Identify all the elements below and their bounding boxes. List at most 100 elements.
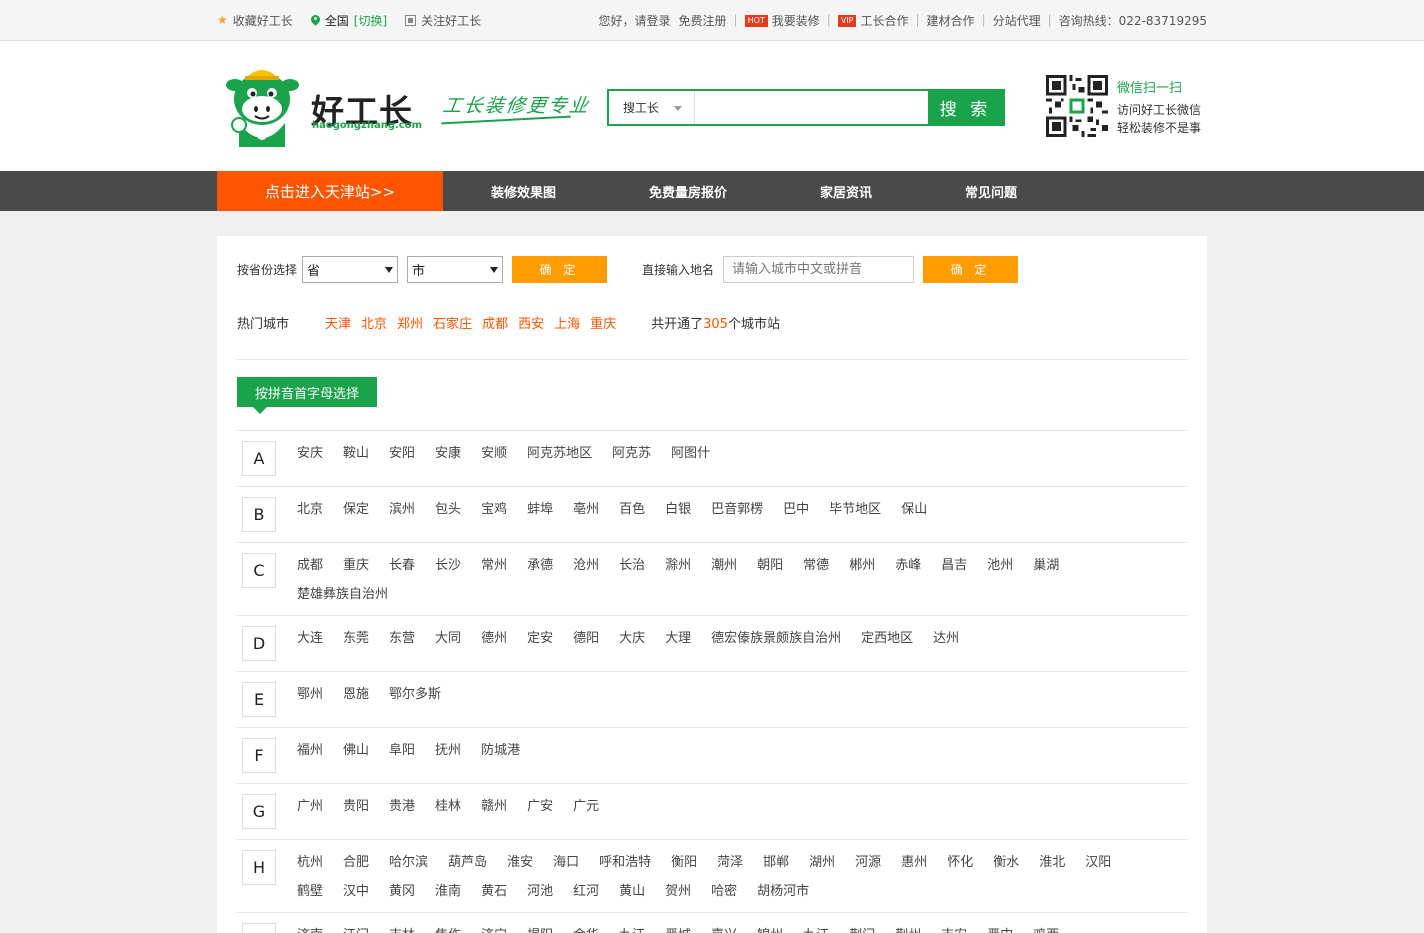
- city-link[interactable]: 淮安: [507, 854, 533, 880]
- city-link[interactable]: 荆州: [895, 927, 921, 933]
- city-link[interactable]: 鄂州: [297, 686, 323, 712]
- agent-link[interactable]: 分站代理: [993, 12, 1041, 29]
- hot-city-link[interactable]: 石家庄: [433, 313, 472, 332]
- city-link[interactable]: 北京: [297, 501, 323, 527]
- city-link[interactable]: 大理: [665, 630, 691, 656]
- city-link[interactable]: 东莞: [343, 630, 369, 656]
- city-link[interactable]: 抚州: [435, 742, 461, 768]
- city-link[interactable]: 巢湖: [1033, 557, 1059, 583]
- city-link[interactable]: 金华: [573, 927, 599, 933]
- city-link[interactable]: 锦州: [757, 927, 783, 933]
- city-link[interactable]: 大连: [297, 630, 323, 656]
- hot-city-link[interactable]: 上海: [554, 313, 580, 332]
- nav-item-faq[interactable]: 常见问题: [965, 171, 1017, 211]
- city-link[interactable]: 惠州: [901, 854, 927, 880]
- city-select[interactable]: 市: [407, 256, 504, 283]
- city-link[interactable]: 大同: [435, 630, 461, 656]
- city-link[interactable]: 阿克苏地区: [527, 445, 592, 471]
- city-link[interactable]: 济南: [297, 927, 323, 933]
- city-link[interactable]: 鄂尔多斯: [389, 686, 441, 712]
- city-link[interactable]: 吉林: [389, 927, 415, 933]
- city-link[interactable]: 昌吉: [941, 557, 967, 583]
- decorate-link[interactable]: HOT 我要装修: [744, 12, 820, 29]
- city-link[interactable]: 河源: [855, 854, 881, 880]
- city-link[interactable]: 德州: [481, 630, 507, 656]
- city-link[interactable]: 恩施: [343, 686, 369, 712]
- city-link[interactable]: 衡阳: [671, 854, 697, 880]
- city-link[interactable]: 广安: [527, 798, 553, 824]
- city-link[interactable]: 胡杨河市: [757, 883, 809, 909]
- city-link[interactable]: 宝鸡: [481, 501, 507, 527]
- hot-city-link[interactable]: 西安: [518, 313, 544, 332]
- city-link[interactable]: 贺州: [665, 883, 691, 909]
- hot-city-link[interactable]: 天津: [325, 313, 351, 332]
- city-link[interactable]: 晋中: [987, 927, 1013, 933]
- city-link[interactable]: 广州: [297, 798, 323, 824]
- nav-item-free-quote[interactable]: 免费量房报价: [649, 171, 727, 211]
- city-link[interactable]: 安顺: [481, 445, 507, 471]
- city-link[interactable]: 淮南: [435, 883, 461, 909]
- city-link[interactable]: 承德: [527, 557, 553, 583]
- material-link[interactable]: 建材合作: [927, 12, 975, 29]
- city-link[interactable]: 鸡西: [1033, 927, 1059, 933]
- city-link[interactable]: 安阳: [389, 445, 415, 471]
- city-link[interactable]: 九江: [803, 927, 829, 933]
- city-link[interactable]: 朝阳: [757, 557, 783, 583]
- city-link[interactable]: 大庆: [619, 630, 645, 656]
- city-link[interactable]: 德阳: [573, 630, 599, 656]
- location-switch-label[interactable]: [切换]: [354, 12, 387, 29]
- search-button[interactable]: 搜 索: [928, 91, 1003, 124]
- city-link[interactable]: 巴音郭楞: [711, 501, 763, 527]
- city-link[interactable]: 焦作: [435, 927, 461, 933]
- city-link[interactable]: 佛山: [343, 742, 369, 768]
- city-link[interactable]: 巴中: [783, 501, 809, 527]
- city-link[interactable]: 广元: [573, 798, 599, 824]
- city-link[interactable]: 汉阳: [1085, 854, 1111, 880]
- city-search-input[interactable]: [723, 256, 915, 283]
- city-link[interactable]: 福州: [297, 742, 323, 768]
- city-link[interactable]: 黄山: [619, 883, 645, 909]
- hot-city-link[interactable]: 成都: [482, 313, 508, 332]
- city-link[interactable]: 亳州: [573, 501, 599, 527]
- city-link[interactable]: 荆门: [849, 927, 875, 933]
- city-link[interactable]: 贵港: [389, 798, 415, 824]
- city-link[interactable]: 海口: [553, 854, 579, 880]
- city-link[interactable]: 赤峰: [895, 557, 921, 583]
- city-link[interactable]: 黄冈: [389, 883, 415, 909]
- cow-mascot-logo[interactable]: [225, 63, 300, 147]
- city-link[interactable]: 长治: [619, 557, 645, 583]
- enter-tianjin-button[interactable]: 点击进入天津站>>: [217, 171, 443, 211]
- city-link[interactable]: 安康: [435, 445, 461, 471]
- city-link[interactable]: 郴州: [849, 557, 875, 583]
- favorite-link[interactable]: ★ 收藏好工长: [217, 12, 293, 29]
- city-link[interactable]: 阿图什: [671, 445, 710, 471]
- city-link[interactable]: 毕节地区: [829, 501, 881, 527]
- city-link[interactable]: 吉安: [941, 927, 967, 933]
- city-link[interactable]: 哈密: [711, 883, 737, 909]
- city-link[interactable]: 河池: [527, 883, 553, 909]
- city-link[interactable]: 滁州: [665, 557, 691, 583]
- city-link[interactable]: 衡水: [993, 854, 1019, 880]
- city-link[interactable]: 防城港: [481, 742, 520, 768]
- city-link[interactable]: 定安: [527, 630, 553, 656]
- city-link[interactable]: 安庆: [297, 445, 323, 471]
- city-link[interactable]: 长沙: [435, 557, 461, 583]
- city-link[interactable]: 赣州: [481, 798, 507, 824]
- city-link[interactable]: 葫芦岛: [448, 854, 487, 880]
- city-link[interactable]: 合肥: [343, 854, 369, 880]
- confirm-province-button[interactable]: 确 定: [512, 256, 608, 283]
- city-link[interactable]: 贵阳: [343, 798, 369, 824]
- city-link[interactable]: 邯郸: [763, 854, 789, 880]
- city-link[interactable]: 东营: [389, 630, 415, 656]
- location-switch[interactable]: 全国 [切换]: [311, 12, 387, 29]
- city-link[interactable]: 重庆: [343, 557, 369, 583]
- city-link[interactable]: 汉中: [343, 883, 369, 909]
- city-link[interactable]: 保定: [343, 501, 369, 527]
- nav-item-news[interactable]: 家居资讯: [820, 171, 872, 211]
- city-link[interactable]: 百色: [619, 501, 645, 527]
- cooperate-link[interactable]: VIP 工长合作: [837, 12, 909, 29]
- city-link[interactable]: 江门: [343, 927, 369, 933]
- city-link[interactable]: 成都: [297, 557, 323, 583]
- city-link[interactable]: 桂林: [435, 798, 461, 824]
- search-type-dropdown[interactable]: 搜工长: [609, 91, 694, 124]
